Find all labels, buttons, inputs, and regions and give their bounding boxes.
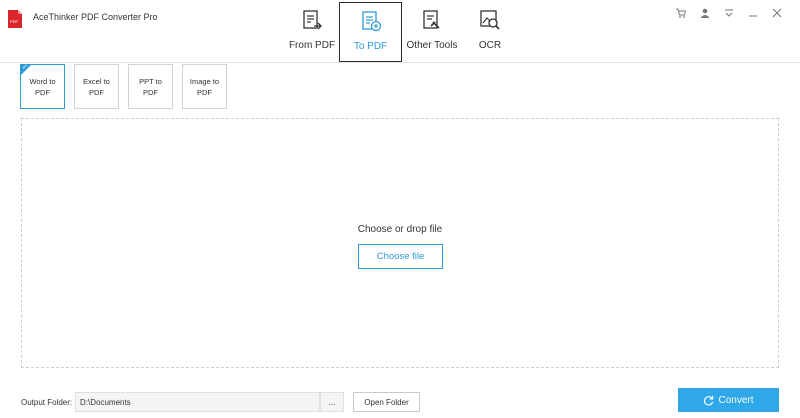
subtab-image-to-pdf[interactable]: Image to PDF [182,64,227,109]
svg-text:PDF: PDF [10,19,19,24]
subtab-label: Word to PDF [29,76,56,97]
to-pdf-icon [361,11,381,32]
minimize-icon[interactable] [746,6,760,20]
tab-label: To PDF [353,41,388,52]
drop-instruction: Choose or drop file [357,224,443,235]
tab-label: From PDF [288,40,336,51]
choose-file-button[interactable]: Choose file [358,244,443,269]
file-drop-zone[interactable]: Choose or drop file Choose file [21,118,779,368]
other-tools-icon [423,10,440,29]
app-window: PDF AceThinker PDF Converter Pro From PD… [0,0,800,418]
tab-label: Other Tools [406,40,458,51]
tab-ocr[interactable]: OCR [460,2,520,62]
convert-label: Convert [718,394,754,406]
browse-button[interactable]: ... [320,392,344,412]
subtab-excel-to-pdf[interactable]: Excel to PDF [74,64,119,109]
subtab-label: Excel to PDF [83,76,110,97]
header-divider [0,62,800,63]
refresh-icon [704,395,714,405]
tab-to-pdf[interactable]: To PDF [339,2,402,62]
account-icon[interactable] [698,6,712,20]
tab-other-tools[interactable]: Other Tools [404,2,460,62]
main-tabs: From PDF To PDF Other Tools OCR [283,2,520,62]
subtab-label: PPT to PDF [139,76,162,97]
output-folder-field[interactable]: D:\Documents [75,392,320,412]
from-pdf-icon [303,10,322,30]
close-icon[interactable] [770,6,784,20]
subtab-label: Image to PDF [189,76,220,97]
conversion-type-tabs: ✓ Word to PDF Excel to PDF PPT to PDF Im… [20,64,227,109]
cart-icon[interactable] [674,6,688,20]
subtab-ppt-to-pdf[interactable]: PPT to PDF [128,64,173,109]
tab-from-pdf[interactable]: From PDF [283,2,341,62]
ocr-icon [480,10,500,30]
convert-button[interactable]: Convert [678,388,779,412]
subtab-word-to-pdf[interactable]: ✓ Word to PDF [20,64,65,109]
menu-dropdown-icon[interactable] [722,6,736,20]
output-folder-label: Output Folder: [21,398,73,407]
tab-label: OCR [478,40,502,51]
open-folder-button[interactable]: Open Folder [353,392,420,412]
app-title: AceThinker PDF Converter Pro [33,12,158,22]
window-controls [674,6,784,20]
app-logo-icon: PDF [8,10,22,28]
checkmark-icon: ✓ [22,64,28,71]
